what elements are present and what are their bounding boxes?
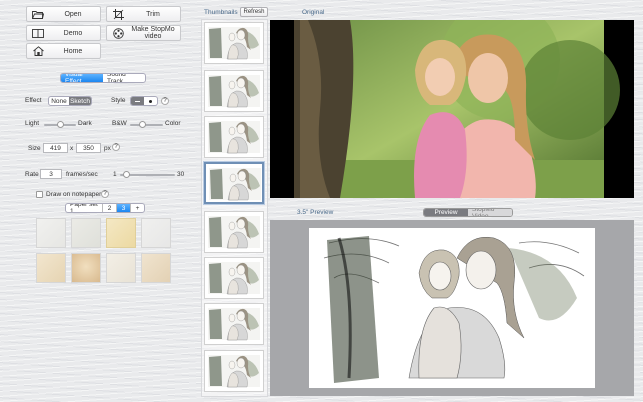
style-option-2[interactable] bbox=[144, 97, 157, 105]
rate-label: Rate bbox=[25, 171, 39, 178]
film-reel-icon bbox=[110, 26, 126, 40]
size-label: Size bbox=[28, 145, 41, 152]
effect-tab-control: Visual Effect Sound Track bbox=[60, 73, 146, 83]
rate-field[interactable]: 3 bbox=[40, 169, 62, 179]
thumbnail-image bbox=[208, 355, 260, 388]
light-label: Light bbox=[25, 120, 40, 127]
trim-button-label: Trim bbox=[146, 10, 160, 18]
tab-sound-track[interactable]: Sound Track bbox=[103, 74, 145, 82]
tab-visual-effect[interactable]: Visual Effect bbox=[61, 74, 103, 82]
tab-preview[interactable]: Preview bbox=[424, 209, 468, 216]
size-height-field[interactable]: 350 bbox=[76, 143, 101, 153]
dark-label: Dark bbox=[78, 120, 92, 127]
notepaper-checkbox[interactable] bbox=[36, 191, 43, 198]
style-help-button[interactable]: ? bbox=[161, 97, 169, 105]
thumbnail-item[interactable] bbox=[204, 350, 264, 392]
home-icon bbox=[30, 44, 46, 58]
original-image-frame bbox=[270, 0, 634, 198]
thumbnail-item[interactable] bbox=[204, 211, 264, 253]
style-option-1[interactable] bbox=[131, 97, 144, 105]
rate-min-label: 1 bbox=[113, 171, 117, 178]
thumbnail-item[interactable] bbox=[204, 257, 264, 299]
style-selector bbox=[130, 96, 158, 106]
thumbnail-image bbox=[208, 27, 260, 60]
thumbnail-image bbox=[208, 75, 260, 108]
size-help-button[interactable]: ? bbox=[112, 143, 120, 151]
thumbnail-image bbox=[208, 216, 260, 249]
bw-label: B&W bbox=[112, 120, 127, 127]
home-button-label: Home bbox=[63, 47, 83, 55]
paper-set-1[interactable]: Paper set 1 bbox=[66, 204, 103, 212]
rate-unit-label: frames/sec bbox=[66, 171, 98, 178]
paper-swatch-8[interactable] bbox=[141, 253, 171, 283]
make-stopmo-video-label: Make StopMo video bbox=[131, 26, 175, 40]
thumbnail-image bbox=[208, 308, 260, 341]
paper-set-2[interactable]: 2 bbox=[103, 204, 117, 212]
thumbnail-item[interactable] bbox=[204, 22, 264, 64]
paper-swatch-6[interactable] bbox=[71, 253, 101, 283]
tab-stopmo-video[interactable]: StopMo Video bbox=[468, 209, 512, 216]
paper-set-3[interactable]: 3 bbox=[117, 204, 130, 212]
color-label: Color bbox=[165, 120, 181, 127]
demo-button[interactable]: Demo bbox=[26, 25, 101, 41]
thumbnail-item[interactable] bbox=[204, 116, 264, 158]
thumbnail-image bbox=[209, 168, 261, 201]
open-button-label: Open bbox=[64, 10, 82, 18]
trim-button[interactable]: Trim bbox=[106, 6, 181, 22]
preview-panel bbox=[270, 220, 634, 396]
effect-selector: None Sketch bbox=[48, 96, 92, 106]
original-label: Original bbox=[302, 9, 325, 16]
preview-canvas bbox=[309, 228, 595, 388]
refresh-button[interactable]: Refresh bbox=[240, 7, 268, 17]
rate-slider-knob[interactable] bbox=[123, 171, 131, 178]
style-label: Style bbox=[111, 97, 126, 104]
light-dark-slider[interactable] bbox=[44, 121, 76, 128]
demo-button-label: Demo bbox=[63, 29, 83, 37]
bw-color-slider[interactable] bbox=[130, 121, 163, 128]
thumbnail-image bbox=[208, 262, 260, 295]
thumbnail-image bbox=[208, 121, 260, 154]
size-unit-label: px bbox=[104, 145, 111, 152]
paper-swatch-3[interactable] bbox=[106, 218, 136, 248]
sketch-preview-image bbox=[323, 236, 585, 383]
size-times-label: x bbox=[70, 145, 74, 152]
rate-max-label: 30 bbox=[177, 171, 185, 178]
paper-swatch-2[interactable] bbox=[71, 218, 101, 248]
bw-color-slider-knob[interactable] bbox=[139, 121, 147, 128]
open-button[interactable]: Open bbox=[26, 6, 101, 22]
crop-icon bbox=[110, 7, 126, 21]
rate-slider[interactable] bbox=[120, 171, 175, 178]
home-button[interactable]: Home bbox=[26, 43, 101, 59]
preview-size-label: 3.5" Preview bbox=[297, 209, 334, 216]
paper-swatch-7[interactable] bbox=[106, 253, 136, 283]
thumbnail-item[interactable] bbox=[204, 303, 264, 345]
thumbnails-label: Thumbnails bbox=[204, 9, 238, 16]
effect-option-none[interactable]: None bbox=[49, 97, 69, 105]
paper-swatch-4[interactable] bbox=[141, 218, 171, 248]
open-folder-icon bbox=[30, 7, 46, 21]
paper-swatch-5[interactable] bbox=[36, 253, 66, 283]
make-stopmo-video-button[interactable]: Make StopMo video bbox=[106, 25, 181, 41]
preview-tab-control: Preview StopMo Video bbox=[423, 208, 513, 217]
paper-swatch-1[interactable] bbox=[36, 218, 66, 248]
effect-option-sketch[interactable]: Sketch bbox=[69, 97, 91, 105]
light-dark-slider-knob[interactable] bbox=[56, 121, 64, 128]
notepaper-label: Draw on notepaper bbox=[46, 191, 102, 198]
original-photo bbox=[294, 0, 620, 198]
thumbnail-item[interactable] bbox=[204, 70, 264, 112]
effect-label: Effect bbox=[25, 97, 42, 104]
thumbnail-item[interactable] bbox=[204, 162, 264, 204]
book-icon bbox=[30, 26, 46, 40]
paper-set-add[interactable]: + bbox=[130, 204, 144, 212]
notepaper-help-button[interactable]: ? bbox=[101, 190, 109, 198]
paper-set-selector: Paper set 1 2 3 + bbox=[65, 203, 145, 213]
size-width-field[interactable]: 419 bbox=[43, 143, 68, 153]
